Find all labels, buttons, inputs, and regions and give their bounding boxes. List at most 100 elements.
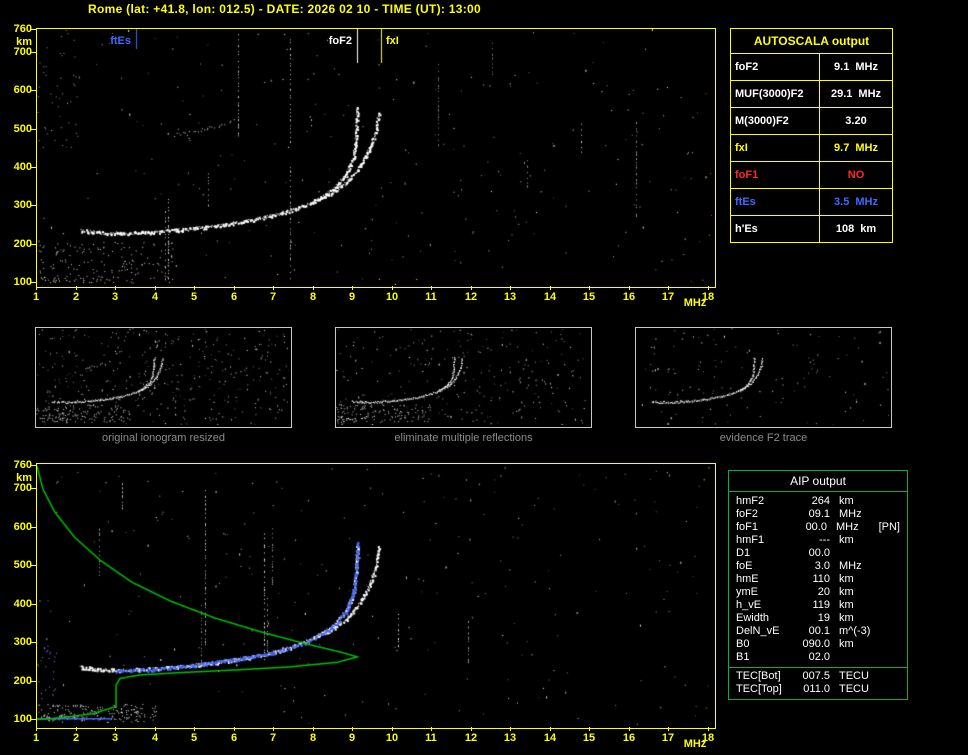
y-tick-label: 300	[13, 636, 32, 648]
aip-row-value: 00.0	[805, 521, 827, 533]
x-axis-tick	[471, 286, 472, 290]
x-tick-label: 3	[111, 291, 119, 303]
autoscala-row-label: MUF(3000)F2	[731, 81, 820, 107]
x-axis-tick	[431, 727, 432, 731]
autoscala-value-number: NO	[847, 169, 865, 181]
autoscala-table-title: AUTOSCALA output	[731, 29, 892, 54]
aip-row-note	[883, 670, 900, 683]
aip-row-value: 110	[812, 573, 830, 585]
autoscala-row: foF2 9.1 MHz	[731, 54, 892, 81]
thumbnail-evidence-canvas	[636, 328, 889, 425]
aip-row-label: hmF1	[736, 534, 765, 546]
aip-row-unit: MHz	[835, 521, 859, 533]
aip-row-label: hmF2	[736, 495, 765, 507]
aip-table: AIP output hmF2 264 km foF2 09.1 MHz foF1 00.0 M…	[728, 470, 908, 700]
x-axis-tick	[589, 286, 590, 290]
aip-row: TEC[Bot] 007.5 TECU	[729, 670, 907, 683]
aip-row-label: Ewidth	[736, 612, 770, 624]
x-tick-label: 15	[582, 291, 596, 303]
aip-row-label: B1	[736, 651, 750, 663]
aip-row-note	[883, 534, 900, 547]
aip-divider	[729, 667, 907, 668]
aip-row-note	[883, 573, 900, 586]
aip-row-value: 007.5	[802, 670, 830, 682]
aip-row-unit	[830, 547, 883, 560]
y-tick-label: 100	[13, 713, 32, 725]
aip-row-note	[883, 638, 900, 651]
aip-row-unit: MHz	[839, 508, 862, 520]
aip-row-label: foE	[736, 560, 753, 572]
x-tick-label: 9	[348, 291, 356, 303]
x-axis-tick	[313, 286, 314, 290]
aip-row-value: ---	[819, 534, 830, 546]
y-tick-label: 500	[13, 559, 32, 571]
aip-row: B1 02.0	[729, 651, 907, 664]
aip-row-value: 20	[817, 586, 830, 598]
aip-row: h_vE 119 km	[729, 599, 907, 612]
aip-row: foF1 00.0 MHz [PN]	[729, 521, 907, 534]
x-axis-tick	[313, 727, 314, 731]
x-tick-label: 1	[32, 732, 40, 744]
marker-label-fxi: fxI	[386, 35, 399, 47]
autoscala-value-unit: MHz	[855, 142, 878, 154]
profile-ionogram-panel	[36, 463, 716, 729]
aip-row-label: B0	[736, 638, 750, 650]
aip-row-unit: MHz	[839, 560, 862, 572]
autoscala-value-number: 9.1	[834, 61, 850, 73]
aip-row-label: foF2	[736, 508, 759, 520]
x-tick-label: 7	[269, 291, 277, 303]
autoscala-value-unit: MHz	[855, 196, 878, 208]
thumbnail-eliminate-reflections: eliminate multiple reflections	[335, 327, 592, 444]
autoscala-row-label: h'Es	[731, 216, 820, 242]
main-ionogram-panel: ftEs foF2 fxI	[36, 28, 716, 288]
x-axis-tick	[510, 286, 511, 290]
x-axis-tick	[234, 286, 235, 290]
aip-row-note	[883, 599, 900, 612]
autoscala-row: fxI 9.7 MHz	[731, 135, 892, 162]
aip-row: TEC[Top] 011.0 TECU	[729, 683, 907, 696]
x-axis-tick	[629, 286, 630, 290]
x-axis-tick	[194, 286, 195, 290]
x-axis-tick	[352, 286, 353, 290]
x-tick-label: 5	[190, 732, 198, 744]
y-tick-label: 100	[13, 276, 32, 288]
aip-row-unit: km	[839, 573, 854, 585]
aip-row-value: 119	[812, 599, 830, 611]
thumbnail-caption: evidence F2 trace	[719, 432, 808, 444]
aip-row-unit: km	[839, 612, 854, 624]
x-axis-tick	[273, 727, 274, 731]
x-tick-label: 4	[151, 291, 159, 303]
aip-row-value: 011.0	[803, 683, 830, 695]
y-tick-label: 700	[13, 46, 32, 58]
x-tick-label: 11	[425, 291, 437, 303]
aip-row-label: ymE	[736, 586, 758, 598]
aip-row: hmF1 --- km	[729, 534, 907, 547]
autoscala-value-number: 3.20	[845, 115, 867, 127]
aip-row-label: TEC[Top]	[736, 683, 782, 695]
x-axis-tick	[431, 286, 432, 290]
x-axis-tick	[76, 286, 77, 290]
x-tick-label: 4	[151, 732, 159, 744]
aip-row-note	[883, 547, 900, 560]
aip-table-title: AIP output	[729, 471, 907, 492]
x-tick-label: 6	[230, 732, 238, 744]
y-tick-label: 700	[13, 482, 32, 494]
aip-row-unit	[830, 651, 883, 664]
autoscala-value-unit: MHz	[858, 88, 882, 100]
x-tick-label: 8	[309, 291, 317, 303]
aip-row: hmE 110 km	[729, 573, 907, 586]
aip-row-label: foF1	[736, 521, 759, 533]
autoscala-row-value: NO	[820, 162, 892, 188]
y-tick-label: 600	[13, 521, 32, 533]
main-ionogram-canvas	[37, 29, 713, 285]
aip-row-value: 00.0	[808, 547, 830, 559]
x-axis-unit-label: MHz	[683, 738, 707, 750]
x-tick-label: 1	[32, 291, 40, 303]
x-axis-tick	[550, 286, 551, 290]
aip-row-unit: TECU	[839, 670, 869, 682]
y-tick-label: 760	[13, 459, 32, 471]
aip-row-value: 264	[811, 495, 830, 507]
x-tick-label: 8	[309, 732, 317, 744]
autoscala-table: AUTOSCALA output foF2 9.1 MHz MUF(3000)F2 29…	[730, 28, 893, 243]
autoscala-row: ftEs 3.5 MHz	[731, 189, 892, 216]
